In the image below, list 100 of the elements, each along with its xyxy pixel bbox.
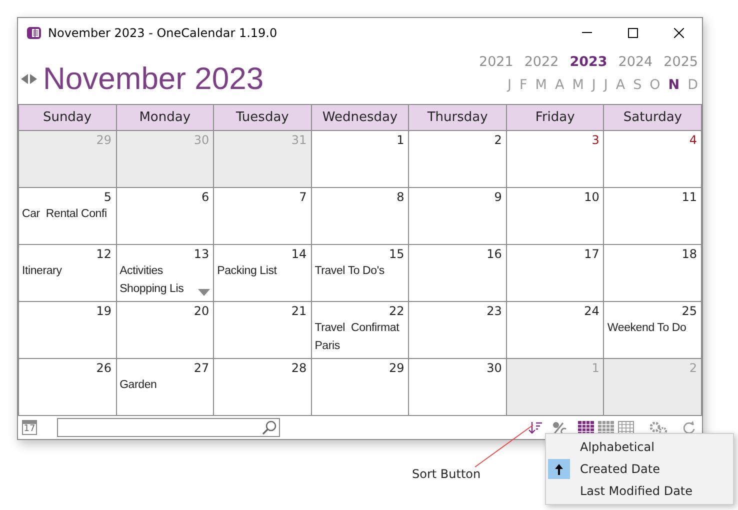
sort-menu-item[interactable]: Created Date	[546, 458, 733, 480]
sort-menu-item[interactable]: Last Modified Date	[546, 480, 733, 502]
day-number: 29	[96, 132, 112, 148]
day-number: 24	[584, 303, 600, 319]
day-cell[interactable]: 23	[409, 302, 507, 359]
more-caret-icon[interactable]	[198, 289, 210, 296]
note-link[interactable]: Activities	[116, 262, 163, 280]
weekday-header: Friday	[506, 105, 604, 131]
weekday-header: Tuesday	[214, 105, 312, 131]
day-cell[interactable]: 18	[604, 245, 702, 302]
day-number: 30	[486, 360, 502, 376]
day-number: 26	[96, 360, 112, 376]
grid-view-icon[interactable]	[618, 420, 634, 434]
menu-item-label: Alphabetical	[580, 439, 654, 456]
day-number: 10	[584, 189, 600, 205]
day-number: 15	[389, 246, 404, 262]
leader-line	[474, 424, 534, 468]
day-cell[interactable]: 13 Activities Shopping Lis	[116, 245, 214, 302]
menu-item-label: Created Date	[580, 461, 660, 478]
year-tab[interactable]: 2023	[570, 53, 608, 71]
day-cell[interactable]: 12 Itinerary	[19, 245, 117, 302]
day-cell[interactable]: 30	[409, 359, 507, 416]
month-view-icon[interactable]	[578, 420, 594, 434]
day-number: 3	[592, 132, 600, 148]
minimize-icon	[582, 32, 592, 33]
app-logo-icon	[26, 24, 42, 40]
day-number: 1	[592, 360, 600, 376]
menu-item-label: Last Modified Date	[580, 483, 693, 500]
up-arrow-icon	[555, 464, 563, 474]
note-link[interactable]: Packing List	[214, 262, 277, 280]
day-number: 7	[299, 189, 307, 205]
day-cell[interactable]: 24	[506, 302, 604, 359]
day-number: 30	[194, 132, 210, 148]
day-number: 17	[584, 246, 600, 262]
sort-button-icon[interactable]	[528, 420, 542, 434]
day-cell[interactable]: 6	[116, 188, 214, 245]
day-number: 2	[689, 360, 697, 376]
day-number: 13	[194, 246, 210, 262]
day-number: 21	[291, 303, 307, 319]
day-cell[interactable]: 8	[312, 188, 410, 245]
day-number: 23	[486, 303, 502, 319]
note-link[interactable]: Itinerary	[19, 262, 62, 280]
note-link[interactable]: Shopping Lis	[116, 280, 184, 298]
search-field[interactable]	[57, 418, 280, 437]
today-calendar-icon[interactable]: 17	[22, 420, 37, 435]
day-cell[interactable]: 17	[506, 245, 604, 302]
day-number: 19	[96, 303, 112, 319]
weekday-header: Wednesday	[312, 105, 410, 131]
sort-menu-item[interactable]: Alphabetical	[546, 436, 733, 458]
day-cell[interactable]: 10	[506, 188, 604, 245]
day-cell[interactable]: 26	[19, 359, 117, 416]
day-cell[interactable]: 21	[214, 302, 312, 359]
day-number: 31	[291, 132, 307, 148]
day-number: 28	[291, 360, 307, 376]
day-cell[interactable]: 22 Travel Confirmat Paris	[312, 302, 410, 359]
weekday-header: Sunday	[19, 105, 117, 131]
day-cell[interactable]: 28	[214, 359, 312, 416]
hide-done-icon[interactable]	[552, 420, 568, 434]
note-link[interactable]: Paris	[312, 337, 340, 355]
day-cell[interactable]: 1	[312, 131, 410, 188]
day-number: 9	[494, 189, 502, 205]
day-number: 4	[689, 132, 697, 148]
day-cell[interactable]: 27 Garden	[116, 359, 214, 416]
day-cell[interactable]: 2	[409, 131, 507, 188]
day-cell[interactable]: 9	[409, 188, 507, 245]
previous-month-icon[interactable]	[21, 74, 28, 84]
weekday-header: Saturday	[604, 105, 702, 131]
day-cell[interactable]: 11	[604, 188, 702, 245]
day-number: 20	[194, 303, 210, 319]
day-cell[interactable]: 3	[506, 131, 604, 188]
next-month-icon[interactable]	[30, 74, 37, 84]
refresh-icon[interactable]	[682, 420, 696, 434]
today-date-label: 17	[23, 424, 36, 434]
note-link[interactable]: Weekend To Do	[604, 319, 686, 337]
note-link[interactable]: Car Rental Confi	[19, 205, 107, 223]
day-cell[interactable]: 5 Car Rental Confi	[19, 188, 117, 245]
day-cell[interactable]: 14 Packing List	[214, 245, 312, 302]
day-cell[interactable]: 4	[604, 131, 702, 188]
day-number: 11	[682, 189, 697, 205]
day-cell[interactable]: 29	[312, 359, 410, 416]
day-number: 6	[202, 189, 210, 205]
note-link[interactable]: Travel Confirmat	[312, 319, 400, 337]
close-icon	[674, 28, 684, 38]
day-number: 5	[104, 189, 112, 205]
weekday-header: Monday	[116, 105, 214, 131]
day-number: 12	[96, 246, 112, 262]
month-tab[interactable]: N	[668, 76, 680, 94]
note-link[interactable]: Travel To Do's	[312, 262, 384, 280]
day-cell[interactable]: 20	[116, 302, 214, 359]
day-cell[interactable]: 19	[19, 302, 117, 359]
day-cell[interactable]: 15 Travel To Do's	[312, 245, 410, 302]
day-cell[interactable]: 7	[214, 188, 312, 245]
note-link[interactable]: Garden	[116, 376, 157, 394]
day-cell[interactable]: 16	[409, 245, 507, 302]
day-number: 27	[194, 360, 210, 376]
day-number: 22	[389, 303, 404, 319]
month-title: November 2023	[43, 60, 264, 96]
callout-label: Sort Button	[412, 466, 481, 483]
day-cell[interactable]: 25 Weekend To Do	[604, 302, 702, 359]
day-number: 18	[682, 246, 697, 262]
